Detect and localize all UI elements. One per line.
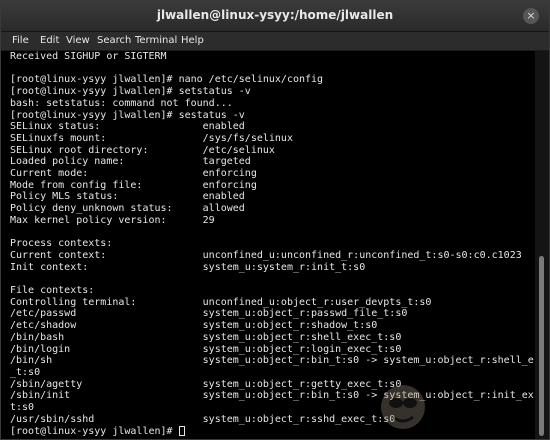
title-bar[interactable]: jlwallen@linux-ysyy:/home/jlwallen × — [1, 1, 549, 32]
menu-edit[interactable]: Edit — [40, 35, 59, 46]
close-icon: × — [526, 9, 536, 22]
terminal-line-5: [root@linux-ysyy jlwallen]# sestatus -v — [10, 109, 245, 121]
terminal-line-28: /sbin/agetty system_u:object_r:getty_exe… — [10, 378, 402, 390]
terminal-line-20: File contexts: — [10, 285, 95, 297]
terminal-line-14: Max kernel policy version: 29 — [10, 214, 215, 226]
terminal-line-31: /usr/sbin/sshd system_u:object_r:sshd_ex… — [10, 413, 396, 425]
menu-terminal[interactable]: Terminal — [135, 35, 177, 46]
terminal-line-27: _t:s0 — [10, 366, 41, 378]
terminal-output[interactable]: Received SIGHUP or SIGTERM [root@linux-y… — [1, 51, 534, 439]
terminal-line-22: /etc/passwd system_u:object_r:passwd_fil… — [10, 308, 408, 320]
cursor-block — [178, 425, 185, 436]
scrollbar[interactable] — [535, 51, 549, 439]
menu-bar: File Edit View Search Terminal Help — [1, 32, 549, 51]
terminal-prompt: [root@linux-ysyy jlwallen]# — [10, 425, 179, 437]
terminal-line-16: Process contexts: — [10, 238, 113, 250]
terminal-line-0: Received SIGHUP or SIGTERM — [10, 51, 167, 62]
close-button[interactable]: × — [523, 8, 539, 24]
terminal-line-8: SELinux root directory: /etc/selinux — [10, 144, 275, 156]
terminal-line-24: /bin/bash system_u:object_r:shell_exec_t… — [10, 331, 402, 343]
terminal-line-7: SELinuxfs mount: /sys/fs/selinux — [10, 132, 293, 144]
terminal-line-2: [root@linux-ysyy jlwallen]# nano /etc/se… — [10, 74, 324, 86]
menu-view[interactable]: View — [66, 35, 90, 46]
terminal-line-26: /bin/sh system_u:object_r:bin_t:s0 -> sy… — [10, 355, 534, 367]
scrollbar-thumb[interactable] — [539, 256, 544, 436]
terminal-line-23: /etc/shadow system_u:object_r:shadow_t:s… — [10, 320, 378, 332]
terminal-line-6: SELinux status: enabled — [10, 121, 245, 133]
menu-search[interactable]: Search — [97, 35, 131, 46]
terminal-line-30: t:s0 — [10, 402, 35, 414]
terminal-text: Received SIGHUP or SIGTERM [root@linux-y… — [10, 51, 534, 437]
terminal-line-25: /bin/login system_u:object_r:login_exec_… — [10, 343, 402, 355]
menu-file[interactable]: File — [12, 35, 29, 46]
terminal-line-21: Controlling terminal: unconfined_u:objec… — [10, 296, 432, 308]
watermark-logo — [381, 385, 425, 429]
terminal-line-3: [root@linux-ysyy jlwallen]# setstatus -v — [10, 86, 251, 98]
terminal-line-17: Current context: unconfined_u:unconfined… — [10, 249, 522, 261]
terminal-line-12: Policy MLS status: enabled — [10, 191, 245, 203]
terminal-line-4: bash: setstatus: command not found... — [10, 97, 233, 109]
terminal-line-10: Current mode: enforcing — [10, 168, 257, 180]
menu-help[interactable]: Help — [181, 35, 204, 46]
terminal-window: jlwallen@linux-ysyy:/home/jlwallen × Fil… — [0, 0, 550, 440]
window-title: jlwallen@linux-ysyy:/home/jlwallen — [156, 8, 394, 22]
terminal-line-13: Policy deny_unknown status: allowed — [10, 203, 245, 215]
terminal-line-11: Mode from config file: enforcing — [10, 179, 257, 191]
terminal-line-9: Loaded policy name: targeted — [10, 156, 251, 168]
terminal-line-18: Init context: system_u:system_r:init_t:s… — [10, 261, 366, 273]
terminal-line-29: /sbin/init system_u:object_r:bin_t:s0 ->… — [10, 390, 534, 402]
